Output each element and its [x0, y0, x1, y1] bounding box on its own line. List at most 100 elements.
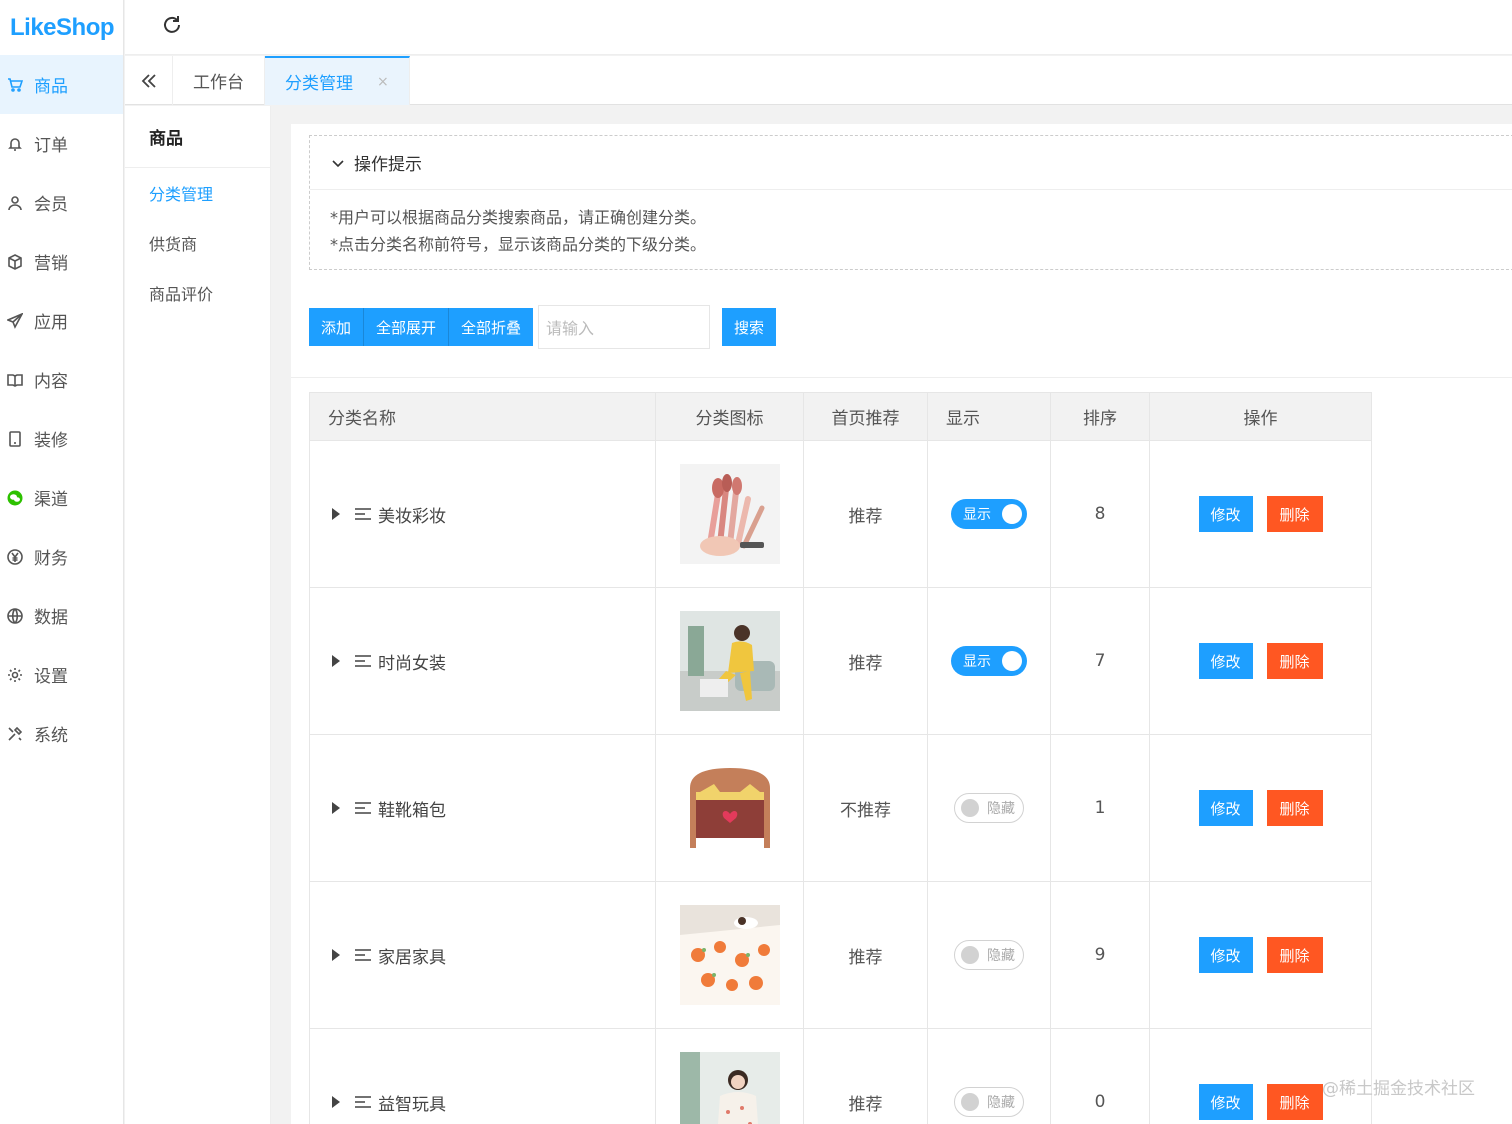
cell-sort: 8	[1050, 440, 1150, 588]
toggle-label: 显示	[963, 507, 991, 523]
tablet-icon	[6, 430, 24, 448]
toggle-label: 隐藏	[987, 801, 1015, 817]
show-toggle[interactable]: 隐藏	[954, 940, 1024, 970]
show-toggle[interactable]: 显示	[951, 646, 1027, 676]
search-input[interactable]: 请输入	[538, 305, 711, 349]
tips-header[interactable]: 操作提示	[310, 136, 1512, 190]
cell-name: 家居家具	[309, 881, 656, 1029]
toolbar: 添加 全部展开 全部折叠 请输入 搜索	[309, 305, 777, 349]
cell-actions: 修改 删除	[1149, 881, 1372, 1029]
cell-actions: 修改 删除	[1149, 734, 1372, 882]
send-icon	[6, 312, 24, 330]
close-icon[interactable]: ×	[377, 74, 389, 90]
header-recommend: 首页推荐	[803, 392, 928, 441]
logo[interactable]: Like Shop	[0, 0, 123, 55]
delete-button[interactable]: 删除	[1266, 496, 1323, 532]
makeup-brushes-image	[679, 464, 780, 564]
rail-item-marketing[interactable]: 营销	[0, 232, 123, 291]
tips-panel: 操作提示 *用户可以根据商品分类搜索商品，请正确创建分类。 *点击分类名称前符号…	[309, 135, 1512, 270]
rail-item-content[interactable]: 内容	[0, 350, 123, 409]
rail-item-goods[interactable]: 商品	[0, 55, 123, 114]
cell-actions: 修改 删除	[1149, 587, 1372, 735]
expand-triangle-icon[interactable]	[332, 1096, 340, 1108]
refresh-icon[interactable]	[161, 14, 183, 36]
show-toggle[interactable]: 隐藏	[954, 793, 1024, 823]
tab-category-management[interactable]: 分类管理 ×	[265, 56, 410, 105]
logo-part2: Shop	[56, 13, 115, 41]
cell-recommend: 推荐	[803, 440, 928, 588]
cell-icon	[655, 881, 804, 1029]
table-row: 时尚女装 推荐 显示 7 修改 删除	[309, 587, 1372, 735]
globe-icon	[6, 607, 24, 625]
tab-label: 工作台	[193, 73, 244, 93]
edit-button[interactable]: 修改	[1198, 937, 1253, 973]
show-toggle[interactable]: 显示	[951, 499, 1027, 529]
expand-triangle-icon[interactable]	[332, 949, 340, 961]
header-sort: 排序	[1050, 392, 1150, 441]
cell-icon	[655, 587, 804, 735]
rail-item-finance[interactable]: 财务	[0, 527, 123, 586]
main-content: 操作提示 *用户可以根据商品分类搜索商品，请正确创建分类。 *点击分类名称前符号…	[291, 124, 1512, 1124]
tab-label: 分类管理	[285, 74, 353, 94]
collapse-all-button[interactable]: 全部折叠	[449, 308, 534, 346]
rail-item-settings[interactable]: 设置	[0, 645, 123, 704]
category-name: 美妆彩妆	[378, 506, 446, 527]
yen-icon	[6, 548, 24, 566]
rail-item-system[interactable]: 系统	[0, 704, 123, 763]
table-row: 美妆彩妆 推荐 显示 8 修改 删除	[309, 440, 1372, 588]
gear-icon	[6, 666, 24, 684]
cell-sort: 1	[1050, 734, 1150, 882]
cell-show: 隐藏	[927, 881, 1051, 1029]
edit-button[interactable]: 修改	[1198, 496, 1253, 532]
logo-part1: Like	[10, 13, 57, 41]
tab-workbench[interactable]: 工作台	[173, 56, 265, 105]
sub-item-category[interactable]: 分类管理	[125, 168, 270, 218]
tips-title: 操作提示	[354, 155, 422, 175]
rail-item-members[interactable]: 会员	[0, 173, 123, 232]
delete-button[interactable]: 删除	[1266, 937, 1323, 973]
edit-button[interactable]: 修改	[1198, 643, 1253, 679]
edit-button[interactable]: 修改	[1198, 790, 1253, 826]
tree-menu-icon	[355, 508, 371, 520]
sub-item-reviews[interactable]: 商品评价	[125, 268, 270, 318]
rail-item-orders[interactable]: 订单	[0, 114, 123, 173]
expand-triangle-icon[interactable]	[332, 802, 340, 814]
cell-recommend: 推荐	[803, 1028, 928, 1124]
cell-recommend: 推荐	[803, 881, 928, 1029]
header-show: 显示	[927, 392, 1051, 441]
rail-item-data[interactable]: 数据	[0, 586, 123, 645]
rail-item-decoration[interactable]: 装修	[0, 409, 123, 468]
cell-icon	[655, 440, 804, 588]
sub-item-supplier[interactable]: 供货商	[125, 218, 270, 268]
rail-label: 商品	[34, 77, 68, 97]
cell-icon	[655, 1028, 804, 1124]
delete-button[interactable]: 删除	[1266, 790, 1323, 826]
category-name: 益智玩具	[378, 1094, 446, 1115]
category-name: 时尚女装	[378, 653, 446, 674]
delete-button[interactable]: 删除	[1266, 1084, 1323, 1120]
cell-show: 隐藏	[927, 1028, 1051, 1124]
collapse-sidebar-button[interactable]	[125, 56, 173, 105]
cell-name: 益智玩具	[309, 1028, 656, 1124]
rail-item-channels[interactable]: 渠道	[0, 468, 123, 527]
book-icon	[6, 371, 24, 389]
top-bar	[125, 0, 1512, 55]
tip-line: *点击分类名称前符号，显示该商品分类的下级分类。	[330, 235, 707, 254]
show-toggle[interactable]: 隐藏	[954, 1087, 1024, 1117]
expand-triangle-icon[interactable]	[332, 655, 340, 667]
bedding-image	[679, 905, 780, 1005]
add-button[interactable]: 添加	[309, 308, 365, 346]
table-row: 益智玩具 推荐 隐藏 0 修改 删除	[309, 1028, 1372, 1124]
pajamas-woman-image	[679, 1052, 780, 1124]
divider	[291, 377, 1512, 378]
cell-recommend: 推荐	[803, 587, 928, 735]
cell-icon	[655, 734, 804, 882]
search-button[interactable]: 搜索	[722, 308, 777, 346]
delete-button[interactable]: 删除	[1266, 643, 1323, 679]
expand-all-button[interactable]: 全部展开	[364, 308, 450, 346]
expand-triangle-icon[interactable]	[332, 508, 340, 520]
header-icon: 分类图标	[655, 392, 804, 441]
rail-item-apps[interactable]: 应用	[0, 291, 123, 350]
tree-menu-icon	[355, 655, 371, 667]
edit-button[interactable]: 修改	[1198, 1084, 1253, 1120]
